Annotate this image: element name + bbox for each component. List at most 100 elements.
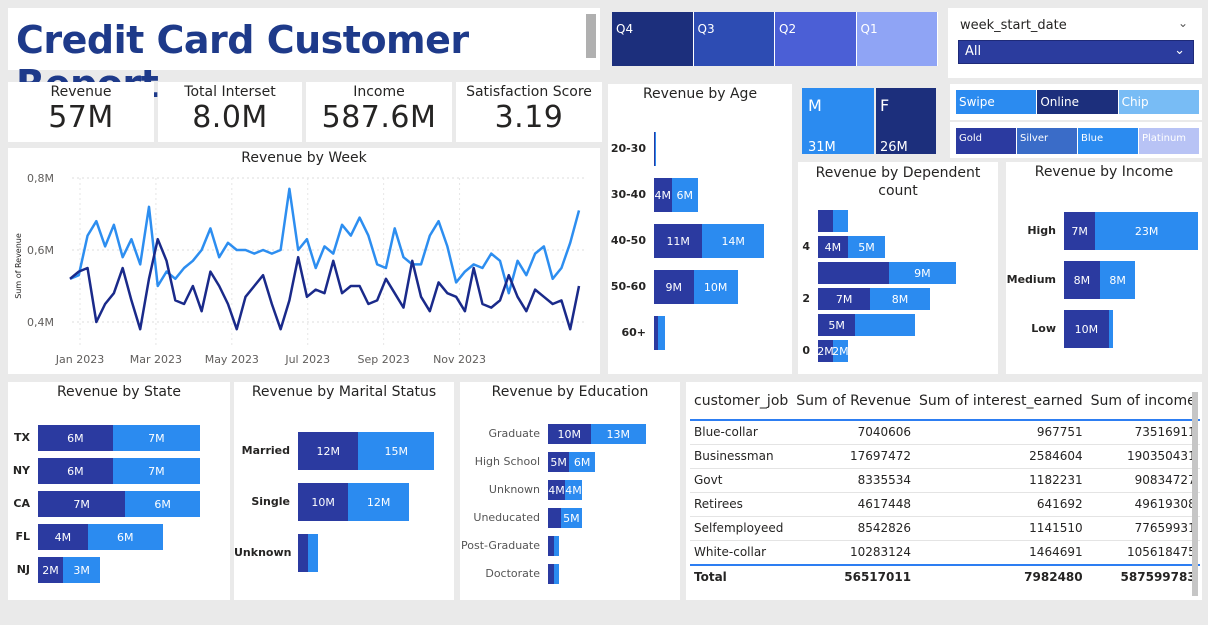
quarter-tile-q4[interactable]: Q4 xyxy=(612,12,694,66)
bar-segment[interactable]: 10M xyxy=(548,424,591,444)
kpi-value: 587.6M xyxy=(321,100,437,135)
bar-segment[interactable]: 6M xyxy=(38,425,113,451)
quarter-tile-q2[interactable]: Q2 xyxy=(775,12,857,66)
bar-segment[interactable]: 5M xyxy=(818,314,856,336)
bar-segment[interactable]: 5M xyxy=(847,236,886,258)
bar-segment[interactable]: 4M xyxy=(38,524,88,550)
bar-segment[interactable]: 5M xyxy=(548,452,570,472)
bar-segment[interactable]: 4M xyxy=(548,480,566,500)
bar-segment[interactable]: 11M xyxy=(654,224,703,258)
bar-segment[interactable]: 5M xyxy=(560,508,583,528)
quarter-tile-q1[interactable]: Q1 xyxy=(856,12,938,66)
category-label: FL xyxy=(15,530,30,543)
table-cell: 8542826 xyxy=(792,516,916,541)
bar-segment[interactable] xyxy=(818,210,833,232)
bar-segment[interactable]: 8M xyxy=(1064,261,1100,299)
bar-segment[interactable]: 2M xyxy=(38,557,63,583)
customer-job-table: customer_job Sum of Revenue Sum of interes… xyxy=(686,382,1202,600)
bar-segment[interactable]: 14M xyxy=(702,224,764,258)
bar-segment[interactable]: 4M xyxy=(818,236,848,258)
card-type-tile-blue[interactable]: Blue xyxy=(1078,128,1139,154)
table-cell: Businessman xyxy=(690,444,793,469)
bar-segment[interactable]: 15M xyxy=(358,432,434,470)
bar-segment[interactable]: 12M xyxy=(298,432,359,470)
bar-segment[interactable]: 4M xyxy=(654,178,672,212)
bar-segment[interactable] xyxy=(658,316,665,350)
bar-segment[interactable] xyxy=(298,534,309,572)
bar-segment[interactable] xyxy=(308,534,319,572)
bar-segment[interactable] xyxy=(818,262,889,284)
table-cell: 90834727 xyxy=(1086,468,1200,493)
bar-segment[interactable]: 6M xyxy=(87,524,163,550)
kpi-income: Income 587.6M xyxy=(306,82,452,142)
table-cell: 1182231 xyxy=(915,468,1087,493)
bar-segment[interactable]: 9M xyxy=(888,262,956,284)
bar-segment[interactable]: 8M xyxy=(1099,261,1136,299)
quarter-tile-q3[interactable]: Q3 xyxy=(693,12,775,66)
gender-f-tile[interactable]: F 26M xyxy=(876,88,936,155)
bar-segment[interactable]: 10M xyxy=(693,270,738,304)
channel-slicer: Swipe Online Chip xyxy=(950,84,1202,120)
category-label: High School xyxy=(474,455,540,468)
category-label: Graduate xyxy=(488,427,540,440)
x-tick-label: Mar 2023 xyxy=(130,353,182,366)
table-cell: 73516911 xyxy=(1086,420,1200,445)
bar-segment[interactable]: 2M xyxy=(832,340,849,362)
kpi-value: 57M xyxy=(48,100,114,135)
category-label: Doctorate xyxy=(485,567,540,580)
channel-tile-online[interactable]: Online xyxy=(1037,90,1119,114)
bar-segment[interactable] xyxy=(855,314,915,336)
category-label: CA xyxy=(13,497,30,510)
bar-segment[interactable]: 4M xyxy=(565,480,583,500)
chevron-down-icon[interactable]: ⌄ xyxy=(1178,16,1188,30)
job-table: customer_job Sum of Revenue Sum of interes… xyxy=(690,390,1200,589)
bar-segment[interactable] xyxy=(832,210,848,232)
bar-segment[interactable] xyxy=(554,536,559,556)
bar-segment[interactable] xyxy=(548,508,561,528)
bar-segment[interactable]: 7M xyxy=(1064,212,1096,250)
bar-segment[interactable]: 6M xyxy=(38,458,113,484)
column-header[interactable]: Sum of interest_earned xyxy=(915,390,1087,421)
table-scrollbar[interactable] xyxy=(1192,392,1198,596)
card-type-tile-platinum[interactable]: Platinum xyxy=(1139,128,1200,154)
bar-segment[interactable]: 2M xyxy=(817,340,834,362)
chart-title: Revenue by Education xyxy=(491,384,649,400)
category-label: TX xyxy=(14,431,30,444)
bar-segment[interactable]: 8M xyxy=(870,288,930,310)
filter-dropdown[interactable]: All ⌄ xyxy=(958,40,1194,64)
card-type-tile-silver[interactable]: Silver xyxy=(1017,128,1078,154)
revenue-by-education-chart: Revenue by Education Graduate 10M 13M High … xyxy=(460,382,680,600)
bar-segment[interactable]: 7M xyxy=(38,491,126,517)
bar-segment[interactable]: 7M xyxy=(818,288,871,310)
bar-segment[interactable]: 7M xyxy=(112,425,200,451)
bar-segment[interactable]: 13M xyxy=(590,424,646,444)
card-type-tile-gold[interactable]: Gold xyxy=(956,128,1017,154)
bar-segment[interactable]: 23M xyxy=(1095,212,1198,250)
chart-title: Revenue by Marital Status xyxy=(251,384,437,400)
series-line-2 xyxy=(69,237,581,331)
bar-segment[interactable]: 10M xyxy=(298,483,349,521)
table-cell: 587599783 xyxy=(1086,564,1200,589)
bar-segment[interactable]: 7M xyxy=(112,458,200,484)
bar-segment[interactable]: 6M xyxy=(671,178,698,212)
table-cell: 10283124 xyxy=(792,540,916,566)
table-cell: 77659931 xyxy=(1086,516,1200,541)
bar-segment[interactable]: 10M xyxy=(1064,310,1109,348)
gender-m-tile[interactable]: M 31M xyxy=(802,88,874,155)
column-header[interactable]: Sum of income xyxy=(1086,390,1200,421)
bar-segment[interactable] xyxy=(1108,310,1114,348)
bar-segment[interactable] xyxy=(554,564,559,584)
bar-segment[interactable]: 12M xyxy=(348,483,409,521)
bar-segment[interactable]: 3M xyxy=(62,557,101,583)
series-line-1 xyxy=(69,187,581,295)
bar-segment[interactable]: 6M xyxy=(125,491,200,517)
category-label: 50-60 xyxy=(610,280,646,293)
column-header[interactable]: customer_job xyxy=(690,390,793,421)
column-header[interactable]: Sum of Revenue xyxy=(792,390,916,421)
channel-tile-swipe[interactable]: Swipe xyxy=(956,90,1038,114)
revenue-by-dependent-chart: Revenue by Dependent count 4 4M 5M 9M 2 7M 8M 5… xyxy=(798,162,998,374)
bar-segment[interactable]: 9M xyxy=(654,270,694,304)
bar-segment[interactable]: 6M xyxy=(569,452,595,472)
channel-tile-chip[interactable]: Chip xyxy=(1118,90,1200,114)
kpi-label: Income xyxy=(353,84,405,100)
